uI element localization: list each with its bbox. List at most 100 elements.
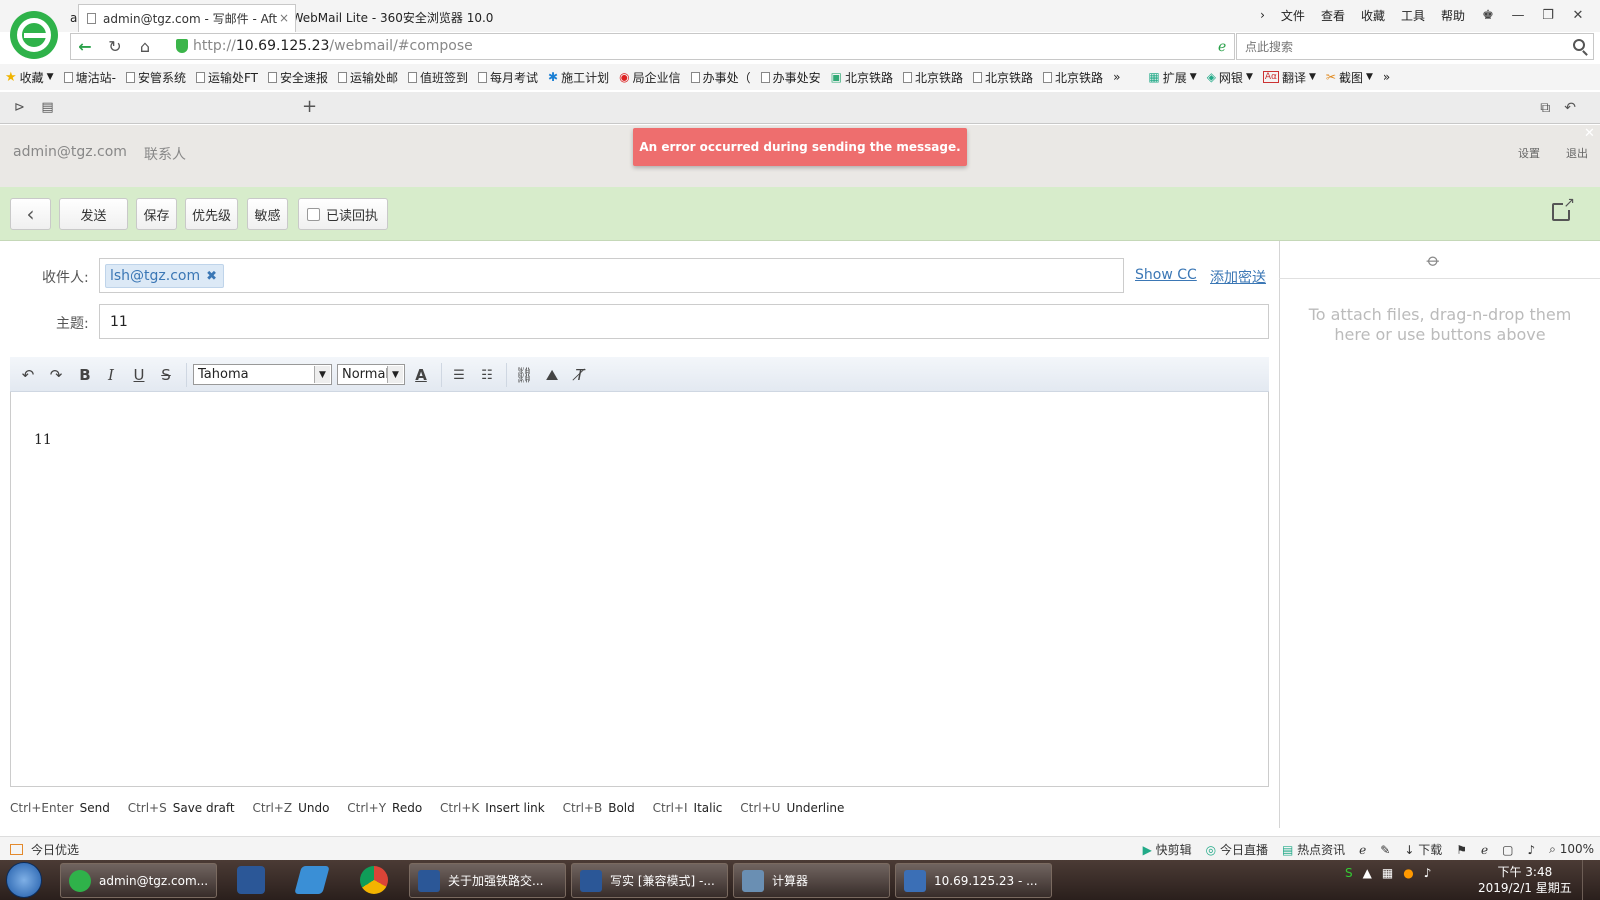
search-input[interactable] — [1237, 34, 1557, 59]
redo-icon[interactable]: ↷ — [45, 364, 67, 386]
taskbar-item-calculator[interactable]: 计算器 — [733, 863, 890, 898]
tab-close-icon[interactable]: × — [279, 11, 289, 25]
bookmark-item[interactable]: 安管系统 — [121, 69, 191, 86]
bookmark-item[interactable]: 北京铁路 — [898, 69, 968, 86]
taskbar-item-browser[interactable]: admin@tgz.com... — [60, 863, 217, 898]
send-button[interactable]: 发送 — [59, 198, 128, 230]
save-button[interactable]: 保存 — [136, 198, 177, 230]
ebank-button[interactable]: ◈ 网银 ▼ — [1202, 69, 1258, 86]
home-icon[interactable]: ⌂ — [134, 36, 156, 56]
menu-help[interactable]: 帮助 — [1434, 5, 1472, 26]
recipient-chip[interactable]: lsh@tgz.com ✖ — [105, 264, 225, 288]
undo-icon[interactable]: ↶ — [17, 364, 39, 386]
link-icon[interactable]: ⛓ — [513, 364, 535, 386]
bold-icon[interactable]: B — [74, 364, 96, 386]
logout-link[interactable]: 退出 — [1566, 145, 1588, 161]
network-icon[interactable]: ▦ — [1382, 866, 1393, 880]
speed-mode-icon[interactable]: ℯ — [1218, 39, 1226, 55]
strikethrough-icon[interactable]: S — [155, 364, 177, 386]
flag-icon[interactable]: ⚑ — [1456, 843, 1467, 857]
bookmark-item[interactable]: ✱ 施工计划 — [543, 69, 614, 86]
quick-clip-button[interactable]: ▶ 快剪辑 — [1143, 841, 1192, 858]
back-button[interactable]: ‹ — [10, 198, 51, 230]
toolbar-more-icon[interactable]: » — [1378, 70, 1395, 84]
bookmark-item[interactable]: 每月考试 — [473, 69, 543, 86]
underline-icon[interactable]: U — [128, 364, 150, 386]
url-text[interactable]: http://10.69.125.23/webmail/#compose — [193, 38, 473, 54]
window-icon[interactable]: ▢ — [1502, 843, 1513, 857]
extensions-button[interactable]: ▦ 扩展 ▼ — [1143, 69, 1201, 86]
ordered-list-icon[interactable]: ☰ — [448, 364, 470, 386]
ie-mode-icon[interactable]: ℯ — [1359, 843, 1366, 857]
bookmark-item[interactable]: 运输处邮 — [333, 69, 403, 86]
menu-file[interactable]: 文件 — [1274, 5, 1312, 26]
remove-recipient-icon[interactable]: ✖ — [206, 269, 217, 284]
chrome-icon[interactable] — [360, 866, 388, 894]
ime-icon[interactable]: S — [1345, 866, 1353, 880]
tab-compose[interactable]: admin@tgz.com - 写邮件 - Aft × — [78, 4, 296, 32]
bookmark-item[interactable]: 安全速报 — [263, 69, 333, 86]
start-button[interactable] — [6, 862, 42, 898]
sidebar-toggle-icon[interactable]: ⊳ ▤ — [14, 100, 54, 115]
tray-expand-icon[interactable]: ▲ — [1363, 866, 1372, 880]
back-arrow-icon[interactable]: ← — [74, 36, 96, 56]
pin-icon[interactable]: ✎ — [1380, 843, 1390, 857]
tray-app-icon[interactable]: ● — [1403, 866, 1413, 880]
volume-icon[interactable]: ♪ — [1424, 866, 1432, 880]
show-cc-link[interactable]: Show CC — [1135, 267, 1197, 283]
sound-icon[interactable]: ♪ — [1527, 843, 1535, 857]
font-select[interactable]: Tahoma ▼ — [193, 364, 332, 385]
contacts-link[interactable]: 联系人 — [144, 144, 186, 164]
size-select[interactable]: Normal ▼ — [337, 364, 405, 385]
bookmarks-more-icon[interactable]: » — [1108, 70, 1125, 84]
close-icon[interactable]: ✕ — [1584, 126, 1595, 141]
taskbar-item-remote[interactable]: 10.69.125.23 - ... — [895, 863, 1052, 898]
settings-link[interactable]: 设置 — [1518, 145, 1540, 161]
live-button[interactable]: ◎ 今日直播 — [1206, 841, 1268, 858]
text-color-icon[interactable]: A — [410, 364, 432, 386]
popout-icon[interactable] — [1552, 196, 1576, 221]
add-bcc-link[interactable]: 添加密送 — [1210, 267, 1266, 287]
taskbar-item-doc1[interactable]: 关于加强铁路交... — [409, 863, 566, 898]
bookmark-item[interactable]: 运输处FT — [191, 69, 263, 86]
search-icon[interactable] — [1573, 39, 1585, 51]
maximize-button[interactable]: ❐ — [1534, 3, 1562, 27]
read-receipt-toggle[interactable]: 已读回执 — [298, 198, 388, 230]
close-window-button[interactable]: ✕ — [1564, 3, 1592, 27]
new-tab-icon[interactable]: + — [302, 96, 317, 117]
undo-close-icon[interactable]: ↶ — [1564, 100, 1576, 116]
skin-icon[interactable]: ♚ — [1474, 3, 1502, 27]
speed-icon[interactable]: ℯ — [1481, 843, 1488, 857]
translate-button[interactable]: Aα 翻译 ▼ — [1258, 69, 1321, 86]
bookmark-item[interactable]: 北京铁路 — [968, 69, 1038, 86]
minimize-button[interactable]: — — [1504, 3, 1532, 27]
search-box[interactable] — [1236, 33, 1594, 60]
zoom-level[interactable]: ⌕ 100% — [1549, 842, 1594, 857]
screenshot-button[interactable]: ✂ 截图 ▼ — [1321, 69, 1378, 86]
hot-news-button[interactable]: ▤ 热点资讯 — [1282, 841, 1345, 858]
download-button[interactable]: ↓ 下载 — [1404, 841, 1442, 858]
bookmark-item[interactable]: ▣ 北京铁路 — [826, 69, 898, 86]
sensitivity-button[interactable]: 敏感 — [247, 198, 288, 230]
bookmark-item[interactable]: 塘沽站- — [59, 69, 121, 86]
restore-tabs-icon[interactable]: ⧉ — [1540, 100, 1550, 116]
taskbar-item-doc2[interactable]: 写实 [兼容模式] -... — [571, 863, 728, 898]
word-icon[interactable] — [237, 866, 265, 894]
subject-input[interactable]: 11 — [99, 304, 1269, 339]
read-receipt-checkbox[interactable] — [307, 207, 320, 221]
clear-format-icon[interactable]: T̸ — [569, 364, 591, 386]
message-editor[interactable] — [10, 357, 1269, 787]
taskbar-clock[interactable]: 下午 3:48 2019/2/1 星期五 — [1478, 864, 1572, 896]
menu-view[interactable]: 查看 — [1314, 5, 1352, 26]
today-picks[interactable]: 今日优选 — [31, 841, 79, 858]
priority-button[interactable]: 优先级 — [185, 198, 238, 230]
refresh-icon[interactable]: ↻ — [104, 36, 126, 56]
menu-tools[interactable]: 工具 — [1394, 5, 1432, 26]
image-icon[interactable]: ⛰ — [541, 364, 563, 386]
bookmark-item[interactable]: 办事处（ — [686, 69, 756, 86]
bookmark-item[interactable]: 办事处安 — [756, 69, 826, 86]
unordered-list-icon[interactable]: ☷ — [476, 364, 498, 386]
bookmark-favorites[interactable]: ★ 收藏 ▼ — [0, 69, 59, 86]
bookmark-item[interactable]: 值班签到 — [403, 69, 473, 86]
to-field[interactable] — [99, 258, 1124, 293]
